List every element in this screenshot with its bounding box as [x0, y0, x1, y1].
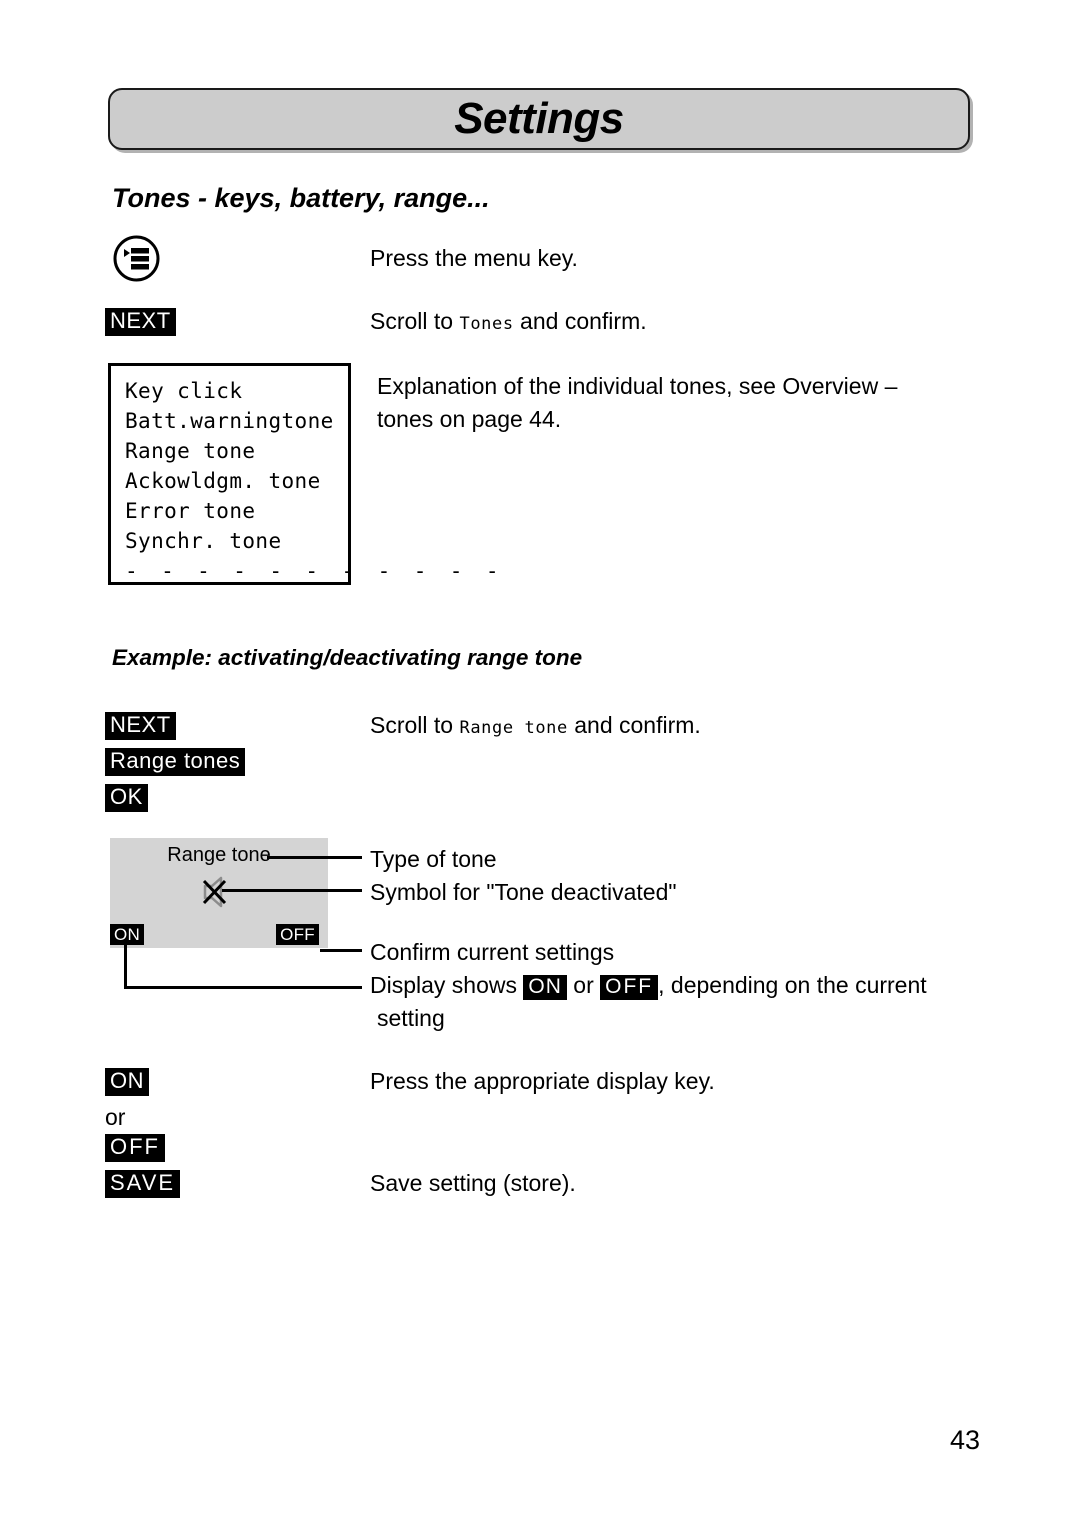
display-shows-suffix: , depending on the current — [658, 972, 927, 998]
leader-line-type-of-tone — [267, 856, 362, 859]
key-next-2[interactable]: NEXT — [105, 712, 176, 740]
lcd-list-separator: - - - - - - - - - - - — [125, 559, 504, 583]
badge-save-label: SAVE — [105, 1170, 181, 1198]
leader-line-symbol — [222, 889, 362, 892]
section-heading-tones: Tones - keys, battery, range... — [112, 183, 490, 213]
page-title-banner: Settings — [108, 88, 970, 150]
muted-speaker-icon — [199, 874, 239, 910]
leader-line-on-horizontal — [124, 986, 362, 989]
badge-next-label: NEXT — [105, 712, 176, 740]
explanation-line-2: tones on page 44. — [377, 406, 562, 432]
step-save-setting-text: Save setting (store). — [370, 1170, 576, 1196]
callout-display-shows-line2: setting — [377, 1005, 445, 1031]
key-ok[interactable]: OK — [105, 784, 148, 812]
page-number: 43 — [949, 1425, 980, 1455]
badge-off-label: OFF — [105, 1134, 165, 1162]
key-save[interactable]: SAVE — [105, 1170, 181, 1198]
lcd-term-tones: Tones — [459, 314, 514, 334]
callout-symbol-deactivated: Symbol for "Tone deactivated" — [370, 879, 677, 905]
badge-next-label: NEXT — [105, 308, 176, 336]
lcd-list-item: Synchr. tone — [125, 529, 282, 553]
scroll-suffix: and confirm. — [567, 712, 701, 738]
leader-line-confirm — [320, 949, 362, 952]
callout-type-of-tone: Type of tone — [370, 846, 497, 872]
scroll-suffix: and confirm. — [513, 308, 647, 334]
conjunction-or: or — [105, 1104, 126, 1130]
explanation-line-1: Explanation of the individual tones, see… — [377, 373, 898, 399]
lcd-term-range-tone: Range tone — [459, 718, 568, 738]
scroll-prefix: Scroll to — [370, 308, 460, 334]
badge-on-label: ON — [105, 1068, 149, 1096]
lcd-list-item: Ackowldgm. tone — [125, 469, 321, 493]
lcd-display-tone-list: Key click Batt.warningtone Range tone Ac… — [108, 363, 504, 585]
display-softkey-off[interactable]: OFF — [276, 923, 319, 945]
badge-ok-label: OK — [105, 784, 148, 812]
display-shows-middle: or — [566, 972, 601, 998]
key-on[interactable]: ON — [105, 1068, 149, 1096]
key-range-tones[interactable]: Range tones — [105, 748, 246, 776]
key-off[interactable]: OFF — [105, 1134, 165, 1162]
step-press-display-key-text: Press the appropriate display key. — [370, 1068, 715, 1094]
scroll-prefix: Scroll to — [370, 712, 460, 738]
callout-confirm-settings: Confirm current settings — [370, 939, 615, 965]
badge-range-tones-label: Range tones — [105, 748, 246, 776]
lcd-list-item: Batt.warningtone — [125, 409, 334, 433]
step-press-menu-key-text: Press the menu key. — [370, 245, 578, 271]
lcd-list-item: Range tone — [125, 439, 256, 463]
step-scroll-range-tone-text: Scroll to Range tone and confirm. — [370, 709, 701, 745]
handset-display-mock: Range tone ON OFF — [110, 838, 328, 948]
callout-display-shows: Display shows ON or OFF, depending on th… — [370, 969, 927, 1002]
display-softkey-on[interactable]: ON — [110, 923, 145, 945]
lcd-list-item: Key click — [125, 379, 243, 403]
display-shows-prefix: Display shows — [370, 972, 524, 998]
leader-line-on-vertical — [124, 944, 127, 989]
badge-off-label: OFF — [276, 923, 319, 945]
lcd-list-item: Error tone — [125, 499, 256, 523]
badge-on-label: ON — [110, 923, 145, 945]
step-scroll-tones-text: Scroll to Tones and confirm. — [370, 305, 647, 341]
badge-off-inline: OFF — [600, 975, 659, 1000]
menu-key-icon — [113, 235, 160, 282]
badge-on-inline: ON — [523, 975, 567, 1000]
page-title: Settings — [454, 94, 624, 143]
key-next-1[interactable]: NEXT — [105, 308, 176, 336]
section-heading-example: Example: activating/deactivating range t… — [112, 645, 583, 670]
